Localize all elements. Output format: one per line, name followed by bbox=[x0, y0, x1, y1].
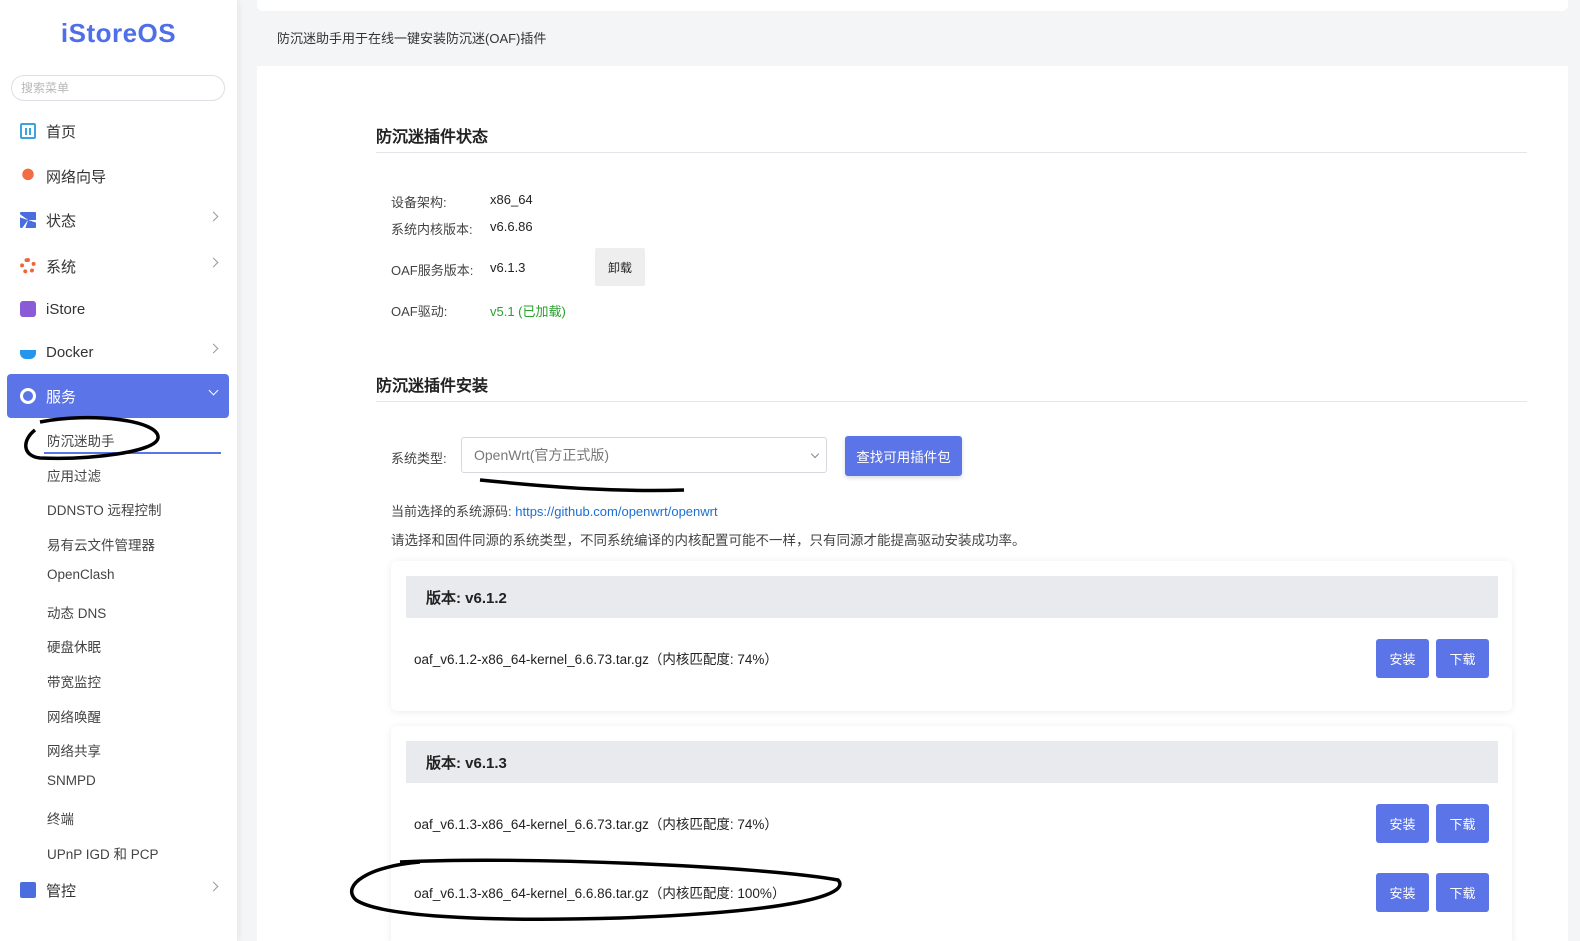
sub-item-anti-addiction[interactable]: 防沉迷助手 bbox=[47, 430, 115, 450]
nav-item-label: Docker bbox=[46, 343, 94, 361]
file-name: oaf_v6.1.3-x86_64-kernel_6.6.73.tar.gz（内… bbox=[414, 817, 778, 832]
services-icon bbox=[20, 388, 36, 404]
oaf-driver-label: OAF驱动: bbox=[391, 304, 448, 319]
docker-icon bbox=[20, 350, 36, 359]
sub-item-terminal[interactable]: 终端 bbox=[47, 808, 74, 828]
unload-button[interactable]: 卸载 bbox=[595, 248, 645, 286]
nav-item-services[interactable]: 服务 bbox=[7, 374, 229, 418]
file-name: oaf_v6.1.2-x86_64-kernel_6.6.73.tar.gz（内… bbox=[414, 652, 778, 667]
divider bbox=[376, 401, 1527, 402]
active-sub-item-underline bbox=[44, 452, 221, 454]
nav-item-status[interactable]: 状态 bbox=[7, 199, 229, 241]
system-gear-icon bbox=[20, 258, 36, 274]
divider bbox=[376, 152, 1527, 153]
nav-item-istore[interactable]: iStore bbox=[7, 288, 229, 330]
top-bar bbox=[257, 0, 1568, 11]
sidebar: iStoreOS 首页 网络向导 状态 系统 iStore Docker 服务 … bbox=[0, 0, 237, 941]
nav-item-wizard[interactable]: 网络向导 bbox=[7, 155, 229, 197]
source-line: 当前选择的系统源码: https://github.com/openwrt/op… bbox=[391, 501, 718, 520]
kernel-label: 系统内核版本: bbox=[391, 222, 473, 237]
nav-item-label: 管控 bbox=[46, 882, 77, 900]
version-card-v613: 版本: v6.1.3 oaf_v6.1.3-x86_64-kernel_6.6.… bbox=[391, 726, 1512, 941]
chevron-down-icon bbox=[810, 449, 820, 459]
system-type-label: 系统类型: bbox=[391, 451, 447, 466]
download-button[interactable]: 下载 bbox=[1436, 803, 1489, 843]
nav-item-system[interactable]: 系统 bbox=[7, 245, 229, 287]
system-type-select[interactable]: OpenWrt(官方正式版) bbox=[461, 437, 827, 473]
nav-item-label: 状态 bbox=[46, 212, 77, 230]
sub-item-snmpd[interactable]: SNMPD bbox=[47, 773, 96, 788]
arch-label: 设备架构: bbox=[391, 195, 447, 210]
nav-item-home[interactable]: 首页 bbox=[7, 110, 229, 152]
kernel-value: v6.6.86 bbox=[490, 219, 533, 234]
sub-item-bandwidth[interactable]: 带宽监控 bbox=[47, 671, 101, 691]
sub-item-wol[interactable]: 网络唤醒 bbox=[47, 706, 101, 726]
download-button[interactable]: 下载 bbox=[1436, 872, 1489, 912]
istoreos-logo[interactable]: iStoreOS bbox=[0, 18, 237, 49]
oaf-service-value: v6.1.3 bbox=[490, 260, 526, 275]
nav-item-label: 系统 bbox=[46, 258, 77, 276]
wizard-icon bbox=[20, 168, 36, 184]
control-icon bbox=[20, 882, 36, 898]
oaf-service-label: OAF服务版本: bbox=[391, 263, 474, 278]
version-title: 版本: v6.1.3 bbox=[406, 741, 1498, 783]
sub-item-upnp[interactable]: UPnP IGD 和 PCP bbox=[47, 843, 159, 863]
chevron-right-icon bbox=[208, 881, 219, 892]
istore-icon bbox=[20, 301, 36, 317]
file-name: oaf_v6.1.3-x86_64-kernel_6.6.86.tar.gz（内… bbox=[414, 886, 786, 901]
nav-item-label: 首页 bbox=[46, 123, 77, 141]
arch-value: x86_64 bbox=[490, 192, 533, 207]
nav-item-docker[interactable]: Docker bbox=[7, 331, 229, 373]
chevron-right-icon bbox=[208, 257, 219, 268]
file-row: oaf_v6.1.3-x86_64-kernel_6.6.73.tar.gz（内… bbox=[406, 793, 1498, 853]
status-section-title: 防沉迷插件状态 bbox=[376, 129, 489, 146]
status-icon bbox=[20, 212, 36, 228]
version-title: 版本: v6.1.2 bbox=[406, 576, 1498, 618]
nav-item-control[interactable]: 管控 bbox=[7, 869, 229, 911]
nav-item-label: iStore bbox=[46, 300, 86, 318]
version-card-v612: 版本: v6.1.2 oaf_v6.1.2-x86_64-kernel_6.6.… bbox=[391, 561, 1512, 711]
file-row: oaf_v6.1.2-x86_64-kernel_6.6.73.tar.gz（内… bbox=[406, 628, 1498, 688]
source-prefix: 当前选择的系统源码: bbox=[391, 504, 512, 519]
chevron-down-icon bbox=[208, 385, 219, 396]
chevron-right-icon bbox=[208, 343, 219, 354]
home-icon bbox=[20, 123, 36, 139]
install-section-title: 防沉迷插件安装 bbox=[376, 378, 489, 395]
install-button[interactable]: 安装 bbox=[1376, 803, 1429, 843]
source-url-link[interactable]: https://github.com/openwrt/openwrt bbox=[515, 504, 717, 519]
system-type-value: OpenWrt(官方正式版) bbox=[474, 447, 610, 463]
menu-search-input[interactable] bbox=[11, 75, 225, 101]
find-packages-button[interactable]: 查找可用插件包 bbox=[845, 436, 962, 476]
sub-item-hd-idle[interactable]: 硬盘休眠 bbox=[47, 636, 101, 656]
hint-text: 请选择和固件同源的系统类型，不同系统编译的内核配置可能不一样，只有同源才能提高驱… bbox=[391, 533, 1026, 548]
oaf-driver-value: v5.1 (已加载) bbox=[490, 304, 566, 319]
file-row: oaf_v6.1.3-x86_64-kernel_6.6.86.tar.gz（内… bbox=[406, 862, 1498, 922]
chevron-right-icon bbox=[208, 211, 219, 222]
sub-item-app-filter[interactable]: 应用过滤 bbox=[47, 465, 101, 485]
sub-item-ddnsto[interactable]: DDNSTO 远程控制 bbox=[47, 499, 162, 519]
download-button[interactable]: 下载 bbox=[1436, 638, 1489, 678]
install-button[interactable]: 安装 bbox=[1376, 638, 1429, 678]
nav-item-label: 网络向导 bbox=[46, 168, 107, 186]
sub-item-ddns[interactable]: 动态 DNS bbox=[47, 602, 106, 622]
page-description: 防沉迷助手用于在线一键安装防沉迷(OAF)插件 bbox=[277, 31, 547, 46]
install-button[interactable]: 安装 bbox=[1376, 872, 1429, 912]
sub-item-linkease[interactable]: 易有云文件管理器 bbox=[47, 534, 155, 554]
nav-item-label: 服务 bbox=[46, 388, 77, 406]
sub-item-openclash[interactable]: OpenClash bbox=[47, 567, 115, 582]
sub-item-network-share[interactable]: 网络共享 bbox=[47, 740, 101, 760]
